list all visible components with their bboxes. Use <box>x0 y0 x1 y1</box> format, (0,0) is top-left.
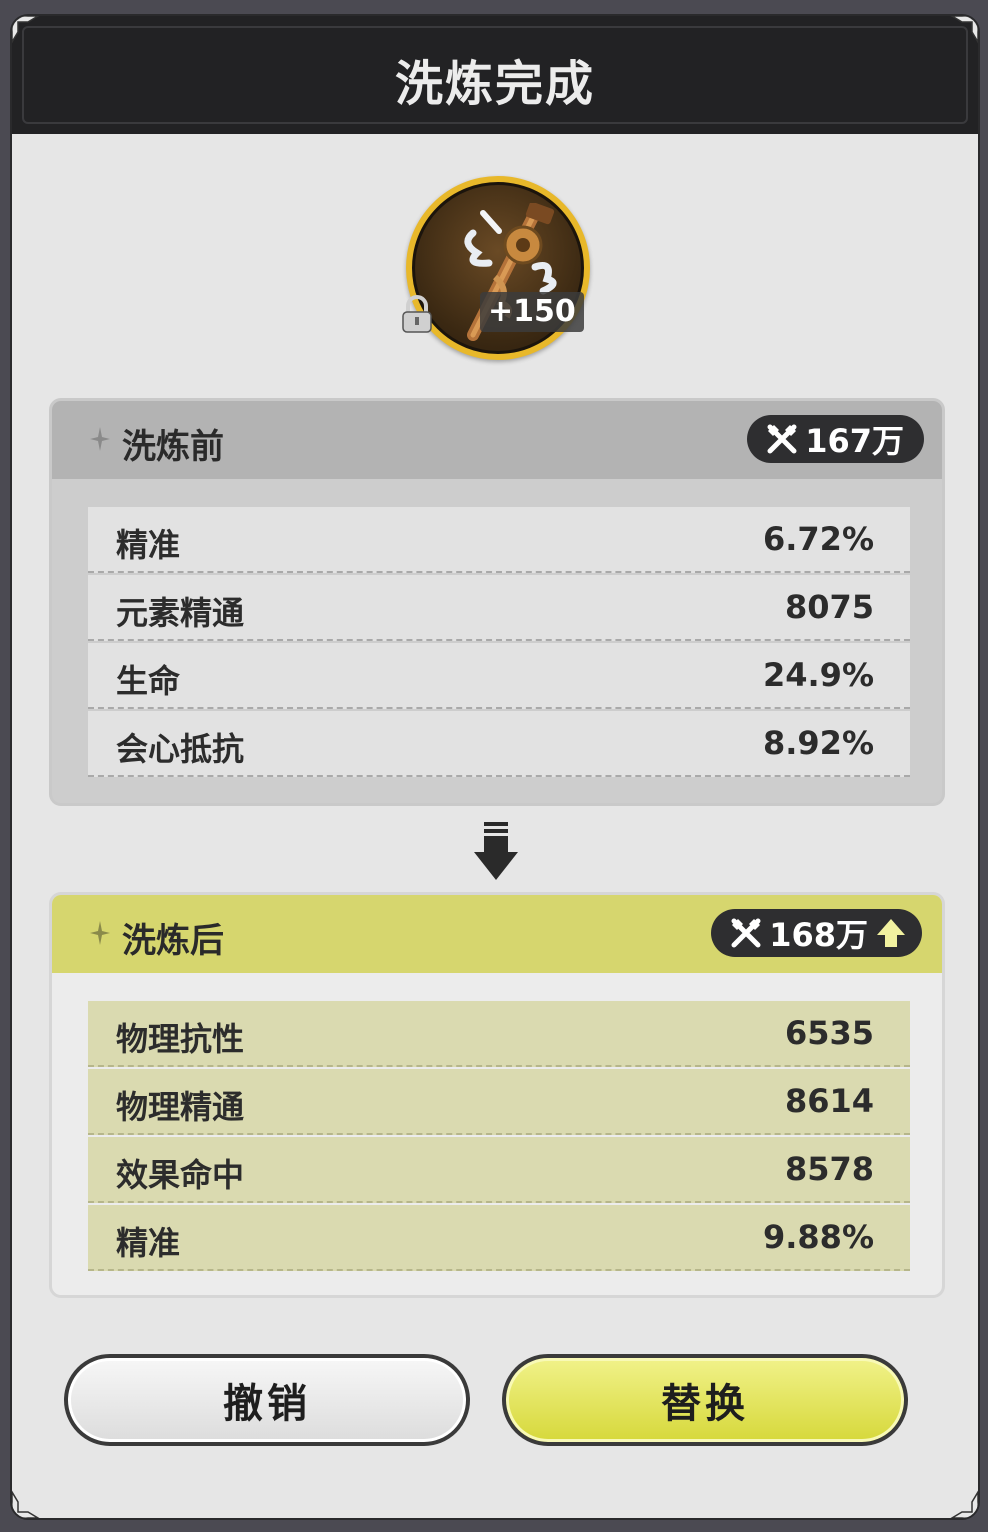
stat-row: 生命 24.9% <box>88 643 910 709</box>
stat-list: 物理抗性 6535 物理精通 8614 效果命中 8578 精准 9.88% <box>88 1001 910 1273</box>
lock-icon[interactable] <box>400 295 434 335</box>
up-arrow-icon <box>877 919 905 947</box>
section-title: 洗炼前 <box>122 427 224 467</box>
stat-name: 效果命中 <box>116 1156 245 1194</box>
stat-name: 会心抵抗 <box>116 730 245 768</box>
stat-row: 元素精通 8075 <box>88 575 910 641</box>
section-header: 洗炼后 168万 <box>52 895 942 973</box>
power-score-badge: 168万 <box>711 909 922 957</box>
stat-name: 物理精通 <box>116 1088 245 1126</box>
stat-name: 精准 <box>116 1224 181 1262</box>
stat-value: 24.9% <box>762 656 874 694</box>
crossed-tools-icon <box>731 918 761 948</box>
stat-row: 物理精通 8614 <box>88 1069 910 1135</box>
stat-row: 物理抗性 6535 <box>88 1001 910 1067</box>
sparkle-icon <box>90 921 110 945</box>
stat-value: 8614 <box>784 1082 874 1120</box>
stat-list: 精准 6.72% 元素精通 8075 生命 24.9% 会心抵抗 8.92% <box>88 507 910 779</box>
stat-name: 物理抗性 <box>116 1020 245 1058</box>
corner-ornament-icon <box>12 1490 40 1518</box>
stat-value: 6.72% <box>762 520 874 558</box>
cancel-button[interactable]: 撤销 <box>64 1354 470 1446</box>
stat-value: 8.92% <box>762 724 874 762</box>
stat-name: 生命 <box>116 662 181 700</box>
corner-ornament-icon <box>950 1490 978 1518</box>
section-title: 洗炼后 <box>122 921 224 961</box>
before-refine-section: 洗炼前 167万 精准 6.72% 元素精通 8075 生命 24.9% 会心抵… <box>49 398 945 806</box>
sparkle-icon <box>90 427 110 451</box>
power-score-badge: 167万 <box>747 415 924 463</box>
power-value: 167万 <box>805 422 904 460</box>
stat-value: 8578 <box>784 1150 874 1188</box>
corner-ornament-icon <box>12 16 40 44</box>
enhance-level-label: +150 <box>480 292 584 332</box>
stat-row: 精准 6.72% <box>88 507 910 573</box>
refine-result-dialog: 洗炼完成 +150 洗炼前 167万 精准 6.72% 元素精通 8075 生命… <box>10 14 980 1520</box>
stat-row: 效果命中 8578 <box>88 1137 910 1203</box>
dialog-title: 洗炼完成 <box>394 56 595 112</box>
stat-value: 8075 <box>784 588 874 626</box>
power-value: 168万 <box>769 916 868 954</box>
stat-row: 会心抵抗 8.92% <box>88 711 910 777</box>
stat-name: 元素精通 <box>116 594 245 632</box>
corner-ornament-icon <box>950 16 978 44</box>
stat-value: 9.88% <box>762 1218 874 1256</box>
section-header: 洗炼前 167万 <box>52 401 942 479</box>
stat-row: 精准 9.88% <box>88 1205 910 1271</box>
stat-value: 6535 <box>784 1014 874 1052</box>
arrow-down-icon <box>474 822 518 880</box>
replace-button[interactable]: 替换 <box>502 1354 908 1446</box>
title-bar: 洗炼完成 <box>12 16 978 134</box>
stat-name: 精准 <box>116 526 181 564</box>
crossed-tools-icon <box>767 424 797 454</box>
after-refine-section: 洗炼后 168万 物理抗性 6535 物理精通 8614 效果命中 8578 精… <box>49 892 945 1298</box>
